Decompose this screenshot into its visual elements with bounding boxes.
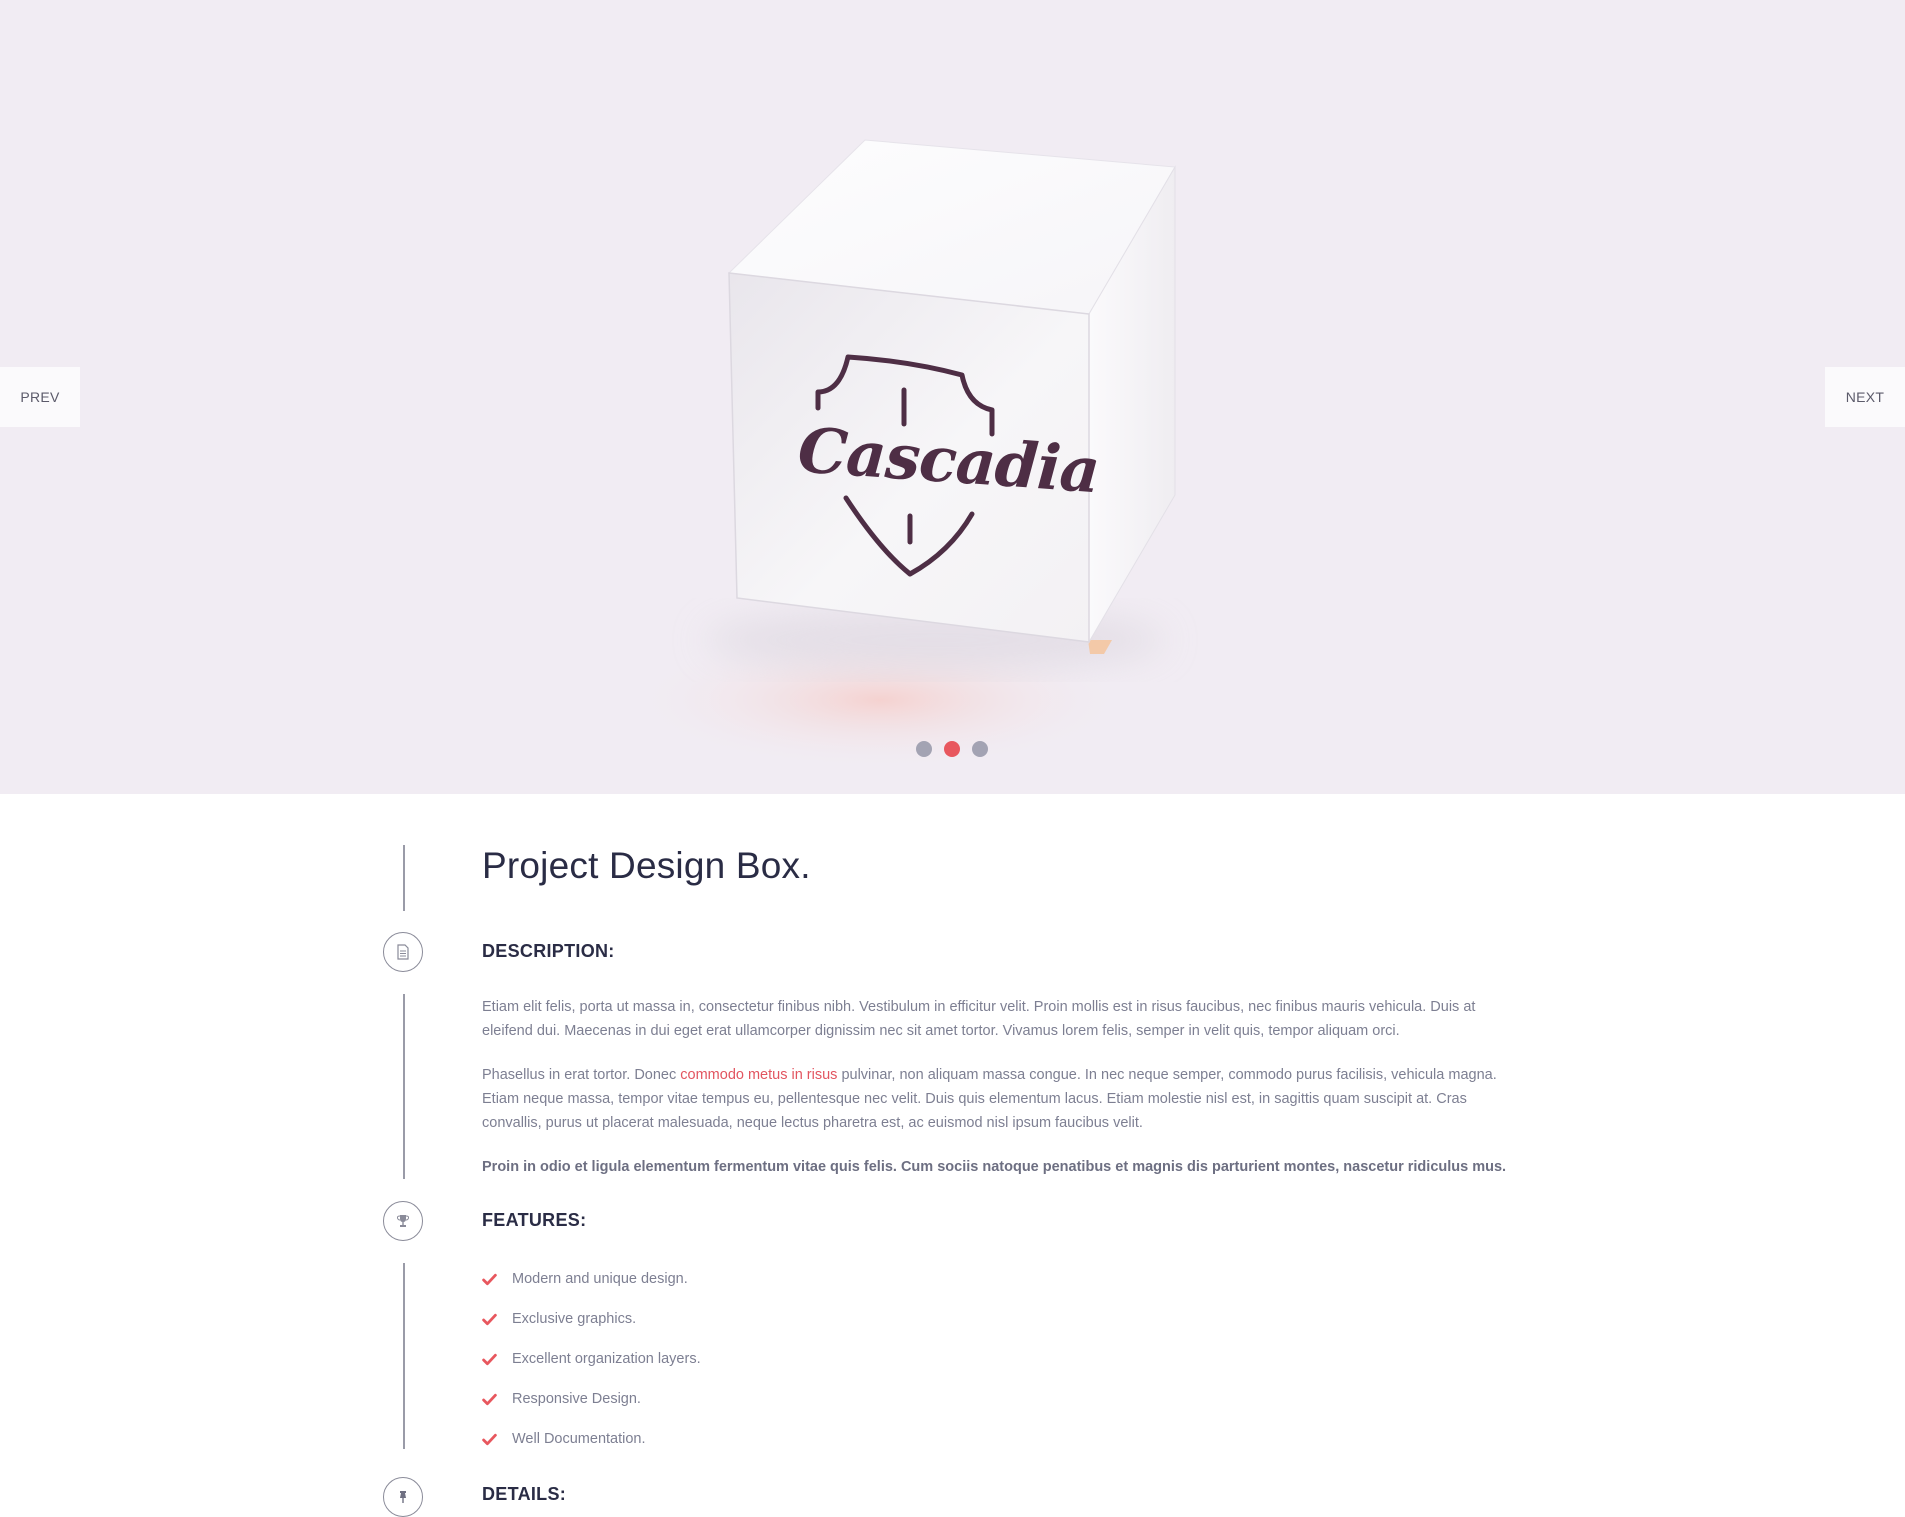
description-paragraph-1: Etiam elit felis, porta ut massa in, con… [482,999,1476,1039]
slider-dot-3[interactable] [972,741,988,757]
description-paragraph-2: Phasellus in erat tortor. Donec commodo … [482,1063,1522,1135]
feature-label: Well Documentation. [512,1431,646,1447]
feature-label: Exclusive graphics. [512,1311,637,1327]
project-title: Project Design Box. [482,845,811,886]
list-item: Modern and unique design. [482,1259,701,1299]
prev-button[interactable]: PREV [0,367,80,427]
list-item: Excellent organization layers. [482,1339,701,1379]
inline-link[interactable]: commodo metus in risus [680,1067,837,1083]
timeline-line [403,1263,405,1449]
check-icon [482,1393,497,1405]
feature-label: Responsive Design. [512,1391,641,1407]
paragraph-text: Phasellus in erat tortor. Donec [482,1067,681,1083]
slider-dot-1[interactable] [916,741,932,757]
details-heading: DETAILS: [482,1484,567,1504]
pin-icon [383,1477,423,1517]
check-icon [482,1433,497,1445]
feature-label: Modern and unique design. [512,1271,688,1287]
logo-text: Cascadia [795,410,1102,507]
slider-dot-2-active[interactable] [944,741,960,757]
project-details: Project Design Box. DESCRIPTION: Etiam e… [0,794,1905,1517]
list-item: Exclusive graphics. [482,1299,701,1339]
description-heading: DESCRIPTION: [482,941,615,961]
product-box-image [630,139,1176,770]
document-icon [383,932,423,972]
feature-label: Excellent organization layers. [512,1351,701,1367]
trophy-icon [383,1201,423,1241]
hero-slider: Cascadia PREV NEXT [0,0,1905,794]
check-icon [482,1273,497,1285]
check-icon [482,1353,497,1365]
timeline-line [403,845,405,911]
next-button[interactable]: NEXT [1825,367,1905,427]
slider-pagination [916,741,988,757]
list-item: Well Documentation. [482,1419,701,1459]
timeline-line [403,994,405,1179]
description-paragraph-3: Proin in odio et ligula elementum fermen… [482,1159,1507,1175]
check-icon [482,1313,497,1325]
list-item: Responsive Design. [482,1379,701,1419]
features-heading: FEATURES: [482,1210,587,1230]
features-list: Modern and unique design. Exclusive grap… [482,1259,701,1459]
